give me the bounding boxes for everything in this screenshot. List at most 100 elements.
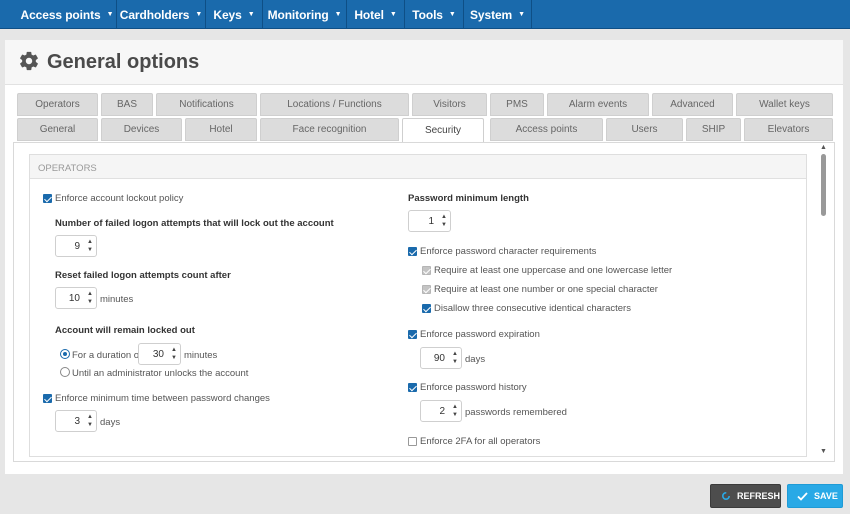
tab-hotel[interactable]: Hotel: [185, 118, 257, 141]
save-label: SAVE: [814, 491, 838, 501]
page-title: General options: [47, 51, 200, 73]
nav-keys[interactable]: Keys ▼: [206, 0, 263, 29]
tab-users[interactable]: Users: [606, 118, 683, 141]
nav-access-points-label: Access points: [20, 7, 101, 22]
scroll-down-icon[interactable]: ▼: [820, 448, 827, 455]
save-button[interactable]: SAVE: [787, 484, 843, 508]
reset-count-label: Reset failed logon attempts count after: [55, 270, 231, 281]
stepper-arrows-icon[interactable]: ▲ ▼: [452, 350, 458, 366]
tab-locations-functions[interactable]: Locations / Functions: [260, 93, 409, 116]
duration-unit: minutes: [184, 350, 218, 361]
upper-lower-checkbox[interactable]: [422, 266, 431, 275]
tab-notifications[interactable]: Notifications: [156, 93, 257, 116]
failed-attempts-stepper[interactable]: 9 ▲ ▼: [55, 235, 97, 257]
history-label: Enforce password history: [420, 382, 527, 393]
nav-tools[interactable]: Tools ▼: [405, 0, 464, 29]
scroll-up-icon[interactable]: ▲: [820, 144, 827, 151]
expiration-checkbox[interactable]: [408, 330, 417, 339]
min-length-stepper[interactable]: 1 ▲ ▼: [408, 210, 451, 232]
scrollbar-thumb[interactable]: [821, 154, 826, 216]
locked-out-label: Account will remain locked out: [55, 325, 195, 336]
stepper-arrows-icon[interactable]: ▲ ▼: [452, 403, 458, 419]
nav-hotel-label: Hotel: [354, 7, 384, 22]
min-time-stepper[interactable]: 3 ▲ ▼: [55, 410, 97, 432]
tab-advanced[interactable]: Advanced: [652, 93, 733, 116]
refresh-button[interactable]: REFRESH: [710, 484, 781, 508]
nav-cardholders[interactable]: Cardholders ▼: [117, 0, 206, 29]
gear-icon: [20, 51, 38, 71]
stepper-arrows-icon[interactable]: ▲ ▼: [171, 346, 177, 362]
tab-elevators[interactable]: Elevators: [744, 118, 833, 141]
refresh-icon: [721, 492, 730, 500]
char-req-checkbox[interactable]: [408, 247, 417, 256]
reset-count-stepper[interactable]: 10 ▲ ▼: [55, 287, 97, 309]
failed-attempts-label: Number of failed logon attempts that wil…: [55, 218, 334, 229]
twofa-checkbox[interactable]: [408, 437, 417, 446]
nav-keys-label: Keys: [213, 7, 242, 22]
expiration-label: Enforce password expiration: [420, 329, 540, 340]
duration-stepper[interactable]: 30 ▲ ▼: [138, 343, 181, 365]
stepper-arrows-icon[interactable]: ▲ ▼: [441, 213, 447, 229]
tab-ship[interactable]: SHIP: [686, 118, 741, 141]
min-time-value: 3: [74, 416, 80, 427]
caret-down-icon: ▼: [195, 11, 203, 18]
upper-lower-label: Require at least one uppercase and one l…: [434, 265, 673, 276]
duration-value: 30: [152, 349, 164, 360]
tab-wallet-keys[interactable]: Wallet keys: [736, 93, 833, 116]
tab-operators[interactable]: Operators: [17, 93, 98, 116]
history-stepper[interactable]: 2 ▲ ▼: [420, 400, 462, 422]
nav-tools-label: Tools: [412, 7, 443, 22]
tab-security[interactable]: Security: [402, 118, 484, 143]
caret-down-icon: ▼: [334, 11, 342, 18]
stepper-arrows-icon[interactable]: ▲ ▼: [87, 290, 93, 306]
vertical-scrollbar[interactable]: ▲ ▼: [819, 144, 829, 460]
min-time-unit: days: [100, 417, 121, 428]
disallow-three-label: Disallow three consecutive identical cha…: [434, 303, 631, 314]
caret-down-icon: ▼: [518, 11, 525, 18]
nav-hotel[interactable]: Hotel ▼: [347, 0, 405, 29]
duration-radio[interactable]: [60, 349, 70, 359]
until-admin-label: Until an administrator unlocks the accou…: [72, 368, 249, 379]
failed-attempts-value: 9: [74, 241, 80, 252]
reset-count-value: 10: [68, 293, 80, 304]
page-header: General options: [5, 40, 843, 85]
tab-devices[interactable]: Devices: [101, 118, 182, 141]
twofa-label: Enforce 2FA for all operators: [420, 436, 541, 447]
tab-face-recognition[interactable]: Face recognition: [260, 118, 399, 141]
nav-system[interactable]: System ▼: [464, 0, 532, 29]
checkmark-icon: [797, 491, 808, 501]
tab-alarm-events[interactable]: Alarm events: [547, 93, 649, 116]
min-time-checkbox[interactable]: [43, 394, 52, 403]
lockout-policy-label: Enforce account lockout policy: [55, 193, 184, 204]
until-admin-radio[interactable]: [60, 367, 70, 377]
expiration-unit: days: [465, 354, 486, 365]
caret-down-icon: ▼: [448, 11, 456, 18]
nav-monitoring[interactable]: Monitoring ▼: [263, 0, 347, 29]
tab-pms[interactable]: PMS: [490, 93, 544, 116]
nav-access-points[interactable]: Access points ▼: [18, 0, 117, 29]
expiration-stepper[interactable]: 90 ▲ ▼: [420, 347, 462, 369]
disallow-three-checkbox[interactable]: [422, 304, 431, 313]
caret-down-icon: ▼: [247, 11, 255, 18]
min-time-label: Enforce minimum time between password ch…: [55, 393, 270, 404]
tab-general[interactable]: General: [17, 118, 98, 141]
stepper-arrows-icon[interactable]: ▲ ▼: [87, 413, 93, 429]
lockout-policy-checkbox[interactable]: [43, 194, 52, 203]
nav-monitoring-label: Monitoring: [267, 7, 329, 22]
nav-cardholders-label: Cardholders: [119, 7, 190, 22]
min-length-value: 1: [428, 216, 434, 227]
stepper-arrows-icon[interactable]: ▲ ▼: [87, 238, 93, 254]
history-value: 2: [439, 406, 445, 417]
history-unit: passwords remembered: [465, 407, 567, 418]
refresh-label: REFRESH: [736, 491, 780, 501]
top-navigation-bar: Access points ▼ Cardholders ▼ Keys ▼ Monito…: [0, 0, 850, 29]
section-header: OPERATORS: [30, 155, 806, 179]
nav-system-label: System: [470, 7, 513, 22]
tab-bas[interactable]: BAS: [101, 93, 153, 116]
operators-section: OPERATORS Enforce account lockout policy…: [29, 154, 807, 457]
tab-access-points[interactable]: Access points: [490, 118, 603, 141]
tab-visitors[interactable]: Visitors: [412, 93, 487, 116]
number-special-checkbox[interactable]: [422, 285, 431, 294]
number-special-label: Require at least one number or one speci…: [434, 284, 658, 295]
history-checkbox[interactable]: [408, 383, 417, 392]
